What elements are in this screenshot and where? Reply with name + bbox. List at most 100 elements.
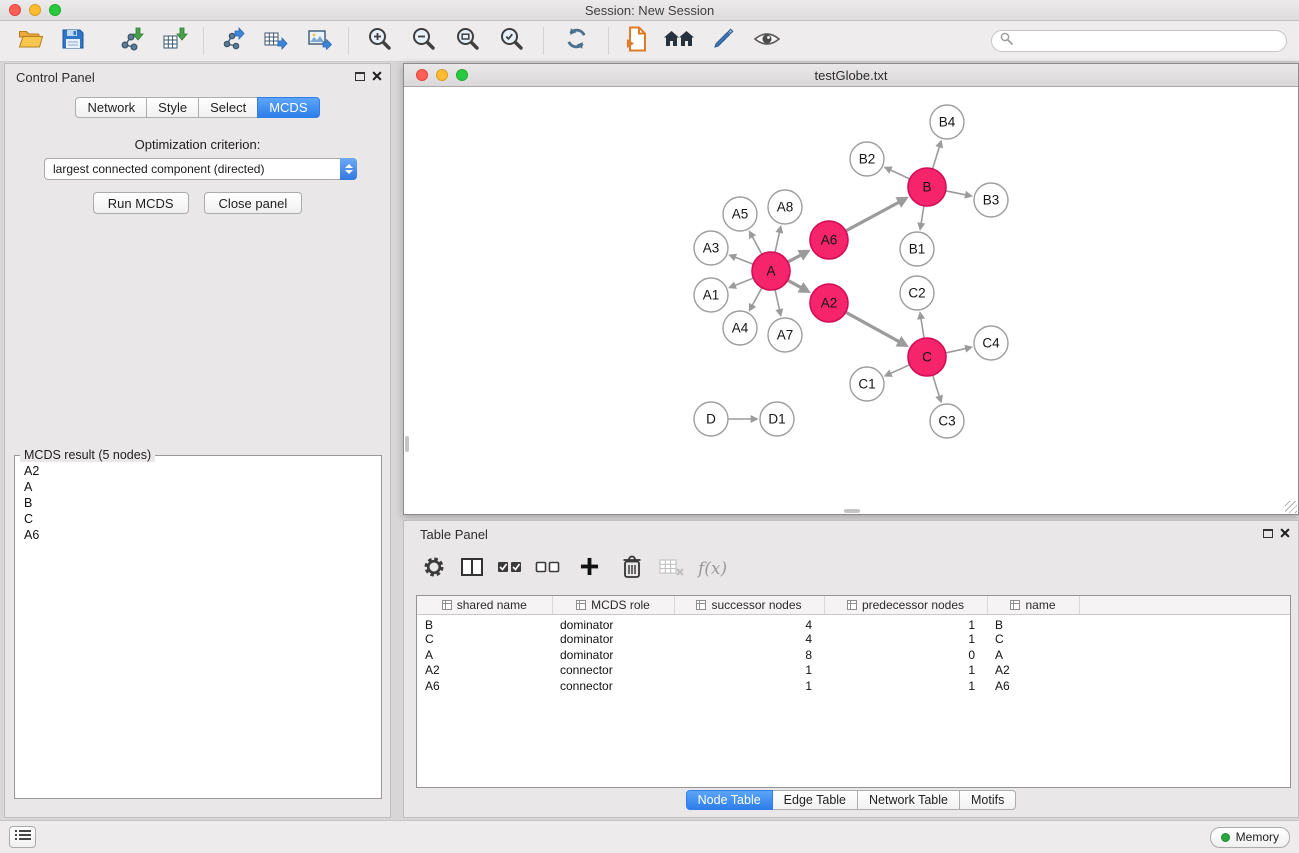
graph-node-A5[interactable]: A5 <box>723 197 757 231</box>
close-network-window-button[interactable] <box>416 69 428 81</box>
graph-node-A[interactable]: A <box>752 252 790 290</box>
tab-network-table[interactable]: Network Table <box>857 790 960 810</box>
graph-edge-A6-B[interactable] <box>846 202 899 231</box>
open-session-button[interactable] <box>12 24 50 58</box>
cell[interactable]: C <box>417 632 552 648</box>
table-settings-button[interactable] <box>418 554 449 584</box>
float-table-panel-icon[interactable] <box>1263 529 1273 538</box>
cell[interactable]: B <box>417 614 552 632</box>
table-row[interactable]: Bdominator41B <box>417 614 1290 632</box>
cell[interactable]: 1 <box>824 632 987 648</box>
equation-builder-button[interactable]: f(x) <box>694 559 727 579</box>
home-button[interactable] <box>660 24 698 58</box>
table-row[interactable]: A2connector11A2 <box>417 663 1290 679</box>
cell[interactable]: 1 <box>824 663 987 679</box>
cell[interactable]: connector <box>552 663 674 679</box>
cell[interactable]: 1 <box>674 678 824 694</box>
graph-node-D1[interactable]: D1 <box>760 402 794 436</box>
cell[interactable]: connector <box>552 678 674 694</box>
graph-edge-A-A1[interactable] <box>735 278 753 285</box>
graph-node-C4[interactable]: C4 <box>974 326 1008 360</box>
column-sort-icon[interactable] <box>847 600 857 610</box>
graph-edge-A-A7[interactable] <box>775 290 779 310</box>
run-mcds-button[interactable]: Run MCDS <box>93 192 189 214</box>
memory-button[interactable]: Memory <box>1210 827 1290 848</box>
graph-edge-A-A6[interactable] <box>788 255 801 262</box>
graph-node-C3[interactable]: C3 <box>930 404 964 438</box>
cell[interactable]: C <box>987 632 1079 648</box>
graph-edge-B-B3[interactable] <box>946 191 966 195</box>
refresh-button[interactable] <box>557 24 595 58</box>
network-view-window[interactable]: testGlobe.txt B4B2BB3A5A8A6A3B1AA1C2A2A4… <box>403 63 1299 515</box>
close-panel-button[interactable]: Close panel <box>204 192 303 214</box>
graph-node-A4[interactable]: A4 <box>723 311 757 345</box>
resize-grip-icon[interactable] <box>1285 501 1297 513</box>
table-row[interactable]: Adominator80A <box>417 647 1290 663</box>
tab-network[interactable]: Network <box>75 97 147 118</box>
graph-edge-A2-C[interactable] <box>846 312 899 341</box>
cell[interactable]: A6 <box>417 678 552 694</box>
graph-node-B[interactable]: B <box>908 168 946 206</box>
minimize-window-button[interactable] <box>29 4 41 16</box>
zoom-selected-button[interactable] <box>490 24 534 58</box>
node-table-container[interactable]: shared nameMCDS rolesuccessor nodesprede… <box>416 595 1291 788</box>
graph-edge-B-B4[interactable] <box>933 147 940 169</box>
list-item[interactable]: A2 <box>21 463 375 479</box>
graph-edge-A-A8[interactable] <box>775 232 779 252</box>
column-header-name[interactable]: name <box>987 596 1079 614</box>
cell[interactable]: dominator <box>552 647 674 663</box>
window-titlebar[interactable]: Session: New Session <box>0 0 1299 21</box>
graph-node-C1[interactable]: C1 <box>850 367 884 401</box>
cell[interactable]: A2 <box>987 663 1079 679</box>
graph-node-B3[interactable]: B3 <box>974 183 1008 217</box>
tab-select[interactable]: Select <box>198 97 258 118</box>
cell[interactable]: A <box>417 647 552 663</box>
graph-edge-C-C3[interactable] <box>933 375 940 396</box>
graph-node-A2[interactable]: A2 <box>810 284 848 322</box>
open-network-file-button[interactable] <box>618 24 656 58</box>
network-window-titlebar[interactable]: testGlobe.txt <box>404 64 1298 87</box>
cell[interactable]: A2 <box>417 663 552 679</box>
cell[interactable]: 1 <box>824 678 987 694</box>
close-table-panel-icon[interactable] <box>1280 528 1290 538</box>
horizontal-scrollbar-thumb[interactable] <box>844 509 860 513</box>
column-header-successor-nodes[interactable]: successor nodes <box>674 596 824 614</box>
add-column-button[interactable] <box>574 554 605 584</box>
network-graph[interactable]: B4B2BB3A5A8A6A3B1AA1C2A2A4A7C4CC1C3DD1 <box>404 88 1298 514</box>
tab-mcds[interactable]: MCDS <box>257 97 319 118</box>
zoom-in-button[interactable] <box>358 24 402 58</box>
graph-edge-C-C4[interactable] <box>946 349 966 353</box>
table-row[interactable]: Cdominator41C <box>417 632 1290 648</box>
cell[interactable]: 1 <box>674 663 824 679</box>
graph-edge-A-A4[interactable] <box>752 288 762 305</box>
list-item[interactable]: A6 <box>21 527 375 543</box>
cell[interactable]: 4 <box>674 632 824 648</box>
graph-node-A6[interactable]: A6 <box>810 221 848 259</box>
column-sort-icon[interactable] <box>1010 600 1020 610</box>
cell[interactable]: 0 <box>824 647 987 663</box>
unselect-all-rows-button[interactable] <box>532 554 563 584</box>
graph-edge-B-B1[interactable] <box>921 206 924 224</box>
tab-edge-table[interactable]: Edge Table <box>772 790 858 810</box>
mcds-result-list[interactable]: A2ABCA6 <box>18 459 378 795</box>
column-sort-icon[interactable] <box>696 600 706 610</box>
tab-motifs[interactable]: Motifs <box>959 790 1016 810</box>
graph-node-A7[interactable]: A7 <box>768 318 802 352</box>
apply-style-button[interactable] <box>704 24 742 58</box>
graph-edge-C-C1[interactable] <box>891 365 910 374</box>
list-item[interactable]: C <box>21 511 375 527</box>
graph-node-B4[interactable]: B4 <box>930 105 964 139</box>
graph-node-C2[interactable]: C2 <box>900 276 934 310</box>
graph-edge-C-C2[interactable] <box>921 319 924 339</box>
optimization-criterion-select[interactable]: largest connected component (directed) <box>44 158 357 180</box>
graph-node-A1[interactable]: A1 <box>694 278 728 312</box>
cell[interactable]: A6 <box>987 678 1079 694</box>
export-table-button[interactable] <box>257 24 295 58</box>
cell[interactable]: dominator <box>552 632 674 648</box>
cell[interactable]: 1 <box>824 614 987 632</box>
graph-node-D[interactable]: D <box>694 402 728 436</box>
zoom-out-button[interactable] <box>402 24 446 58</box>
zoom-window-button[interactable] <box>49 4 61 16</box>
column-sort-icon[interactable] <box>576 600 586 610</box>
close-window-button[interactable] <box>9 4 21 16</box>
